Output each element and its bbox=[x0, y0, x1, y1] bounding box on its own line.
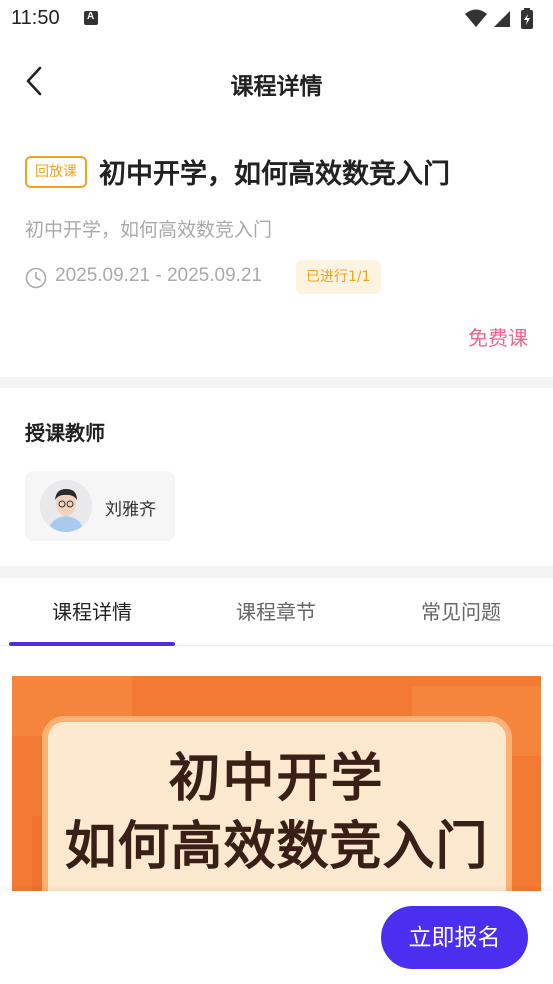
course-banner: 初中开学 如何高效数竞入门 bbox=[12, 676, 541, 891]
nav-bar: 课程详情 bbox=[0, 50, 553, 112]
clock-icon bbox=[25, 267, 47, 289]
teacher-card[interactable]: 刘雅齐 bbox=[25, 471, 175, 541]
teachers-heading: 授课教师 bbox=[25, 421, 105, 445]
active-tab-indicator bbox=[9, 642, 175, 646]
bottom-action-bar: 立即报名 bbox=[0, 891, 553, 984]
banner-subheadline: 如何高效数竞入门 bbox=[64, 817, 489, 877]
section-divider bbox=[0, 377, 553, 388]
course-subtitle: 初中开学，如何高效数竞入门 bbox=[25, 219, 273, 241]
tab-course-chapters[interactable]: 课程章节 bbox=[193, 578, 359, 646]
course-title: 初中开学，如何高效数竞入门 bbox=[99, 159, 450, 190]
signal-icon bbox=[494, 11, 510, 27]
progress-badge: 已进行1/1 bbox=[296, 260, 381, 294]
replay-tag: 回放课 bbox=[25, 156, 87, 188]
teacher-avatar-image bbox=[40, 480, 92, 532]
course-date-range: 2025.09.21 - 2025.09.21 bbox=[55, 265, 263, 286]
status-indicators bbox=[465, 8, 533, 29]
tab-course-detail[interactable]: 课程详情 bbox=[9, 578, 175, 646]
free-course-label: 免费课 bbox=[468, 326, 528, 350]
section-divider bbox=[0, 566, 553, 578]
detail-tabs: 课程详情 课程章节 常见问题 bbox=[0, 578, 553, 646]
teacher-name: 刘雅齐 bbox=[105, 500, 156, 520]
page-title: 课程详情 bbox=[230, 74, 323, 100]
status-time: 11:50 bbox=[11, 7, 60, 29]
notification-icon: A bbox=[84, 11, 98, 25]
wifi-icon bbox=[465, 9, 487, 27]
tab-faq[interactable]: 常见问题 bbox=[378, 578, 544, 646]
status-bar: 11:50 A bbox=[0, 0, 553, 38]
notification-letter: A bbox=[87, 11, 95, 22]
battery-icon bbox=[521, 8, 533, 29]
signup-button[interactable]: 立即报名 bbox=[381, 906, 528, 969]
banner-headline: 初中开学 bbox=[168, 749, 385, 809]
avatar bbox=[40, 480, 92, 532]
